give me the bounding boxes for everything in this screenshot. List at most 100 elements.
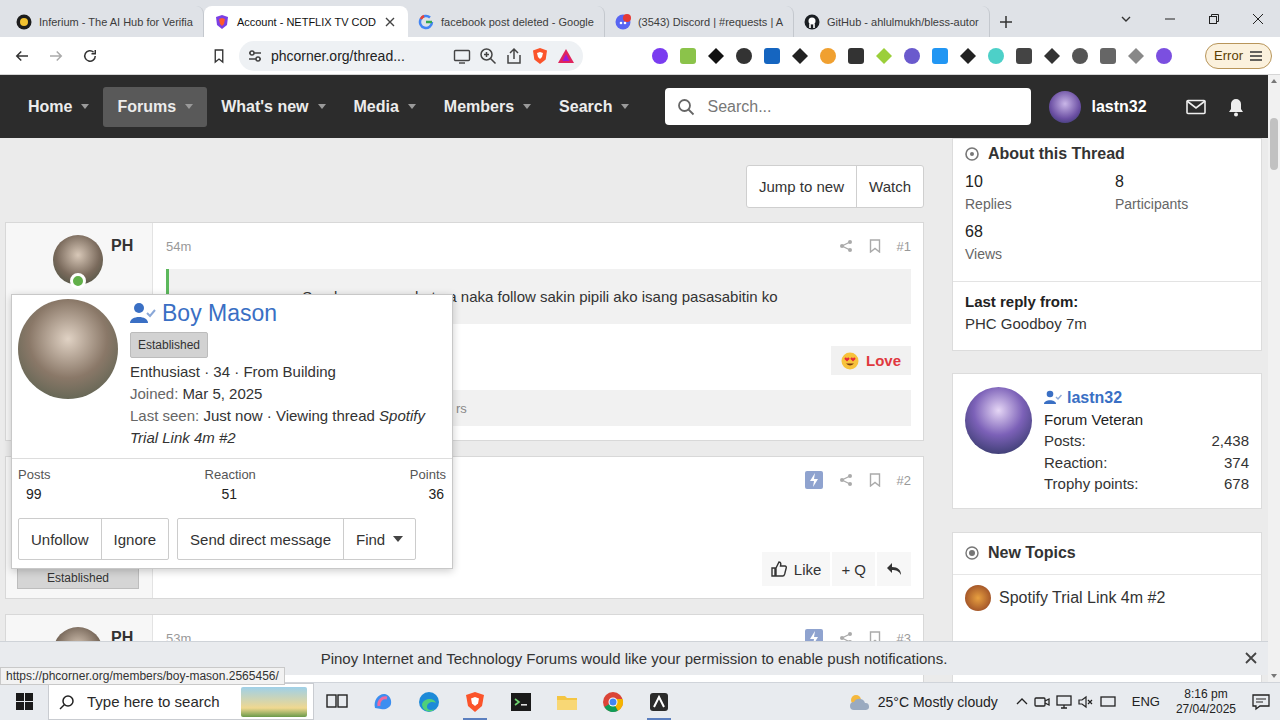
extension-button[interactable] — [845, 45, 867, 67]
bookmark-icon[interactable] — [869, 239, 881, 253]
back-button[interactable] — [8, 42, 36, 70]
close-icon[interactable] — [383, 15, 397, 29]
meet-now-icon[interactable] — [1034, 695, 1050, 709]
forward-button[interactable] — [42, 42, 70, 70]
rewards-icon[interactable] — [557, 48, 575, 64]
minimize-button[interactable] — [1148, 0, 1192, 37]
nav-item[interactable]: Forums — [103, 87, 207, 127]
extension-button[interactable] — [985, 45, 1007, 67]
input-language[interactable]: ENG — [1124, 694, 1168, 709]
topic-item[interactable]: Spotify Trial Link 4m #2 — [953, 575, 1261, 621]
extension-button[interactable] — [705, 45, 727, 67]
nav-item[interactable]: Search — [545, 87, 643, 127]
display-icon[interactable] — [1100, 695, 1116, 709]
scroll-down-icon[interactable] — [1270, 670, 1278, 682]
taskbar-app[interactable] — [590, 683, 636, 720]
extension-button[interactable] — [1097, 45, 1119, 67]
extension-button[interactable] — [1013, 45, 1035, 67]
chevron-up-icon[interactable] — [1016, 697, 1028, 707]
profile-error-button[interactable]: Error — [1205, 43, 1272, 69]
taskbar-app[interactable] — [544, 683, 590, 720]
nav-item[interactable]: Home — [14, 87, 103, 127]
like-button[interactable]: Like — [762, 552, 831, 586]
member-avatar[interactable] — [18, 299, 118, 399]
new-tab-button[interactable] — [990, 6, 1022, 37]
cast-icon[interactable] — [453, 48, 471, 64]
extension-button[interactable] — [1125, 45, 1147, 67]
maximize-button[interactable] — [1192, 0, 1236, 37]
brave-shields-icon[interactable] — [531, 47, 549, 65]
account-menu[interactable]: lastn32 — [1049, 91, 1146, 123]
browser-tab[interactable]: Account - NETFLIX TV COD — [204, 6, 408, 37]
nav-item[interactable]: Media — [340, 87, 430, 127]
direct-message-button[interactable]: Send direct message — [178, 519, 343, 559]
extension-button[interactable] — [901, 45, 923, 67]
member-name[interactable]: Boy Mason — [162, 299, 277, 327]
close-icon[interactable] — [1244, 651, 1258, 665]
nav-item[interactable]: What's new — [207, 87, 339, 127]
extension-button[interactable] — [1041, 45, 1063, 67]
network-icon[interactable] — [1056, 695, 1072, 709]
extension-button[interactable] — [649, 45, 671, 67]
extension-button[interactable] — [733, 45, 755, 67]
scroll-up-icon[interactable] — [1270, 75, 1278, 87]
taskbar-app[interactable] — [406, 683, 452, 720]
extension-button[interactable] — [1153, 45, 1175, 67]
extension-button[interactable] — [1069, 45, 1091, 67]
user-avatar[interactable] — [965, 387, 1032, 454]
inbox-button[interactable] — [1176, 87, 1216, 127]
bookmark-button[interactable] — [205, 42, 233, 70]
extension-button[interactable] — [817, 45, 839, 67]
find-button[interactable]: Find — [343, 519, 415, 559]
alerts-button[interactable] — [1216, 87, 1256, 127]
quote-button[interactable]: + Q — [832, 552, 875, 586]
browser-tab[interactable]: (3543) Discord | #requests | A — [605, 6, 794, 37]
zoom-icon[interactable] — [479, 47, 497, 65]
extension-button[interactable] — [761, 45, 783, 67]
post-time[interactable]: 54m — [166, 239, 191, 254]
close-button[interactable] — [1236, 0, 1280, 37]
post-number[interactable]: #1 — [897, 239, 911, 254]
taskbar-app[interactable] — [636, 683, 682, 720]
share-icon[interactable] — [505, 47, 523, 65]
start-button[interactable] — [0, 683, 48, 720]
jump-to-new-button[interactable]: Jump to new — [747, 166, 856, 207]
profile-name[interactable]: lastn32 — [1067, 387, 1122, 409]
bookmark-icon[interactable] — [869, 473, 881, 487]
post-author[interactable]: PH — [111, 235, 133, 257]
address-bar[interactable]: phcorner.org/thread... — [239, 41, 583, 71]
taskbar-app[interactable] — [452, 683, 498, 720]
scroll-thumb[interactable] — [1270, 118, 1278, 170]
scrollbar[interactable] — [1268, 75, 1280, 682]
extension-button[interactable] — [789, 45, 811, 67]
share-icon[interactable] — [839, 239, 853, 253]
weather-widget[interactable]: 25°C Mostly cloudy — [848, 693, 1016, 711]
notifications-button[interactable] — [1244, 693, 1280, 711]
post-number[interactable]: #2 — [897, 473, 911, 488]
stat-value: 51 — [221, 486, 239, 502]
taskbar-app[interactable] — [360, 683, 406, 720]
search-input[interactable] — [85, 692, 231, 711]
speaker-muted-icon[interactable] — [1078, 695, 1094, 709]
browser-tab[interactable]: GitHub - ahlulmukh/bless-autor — [794, 6, 990, 37]
nav-item[interactable]: Members — [430, 87, 545, 127]
clock[interactable]: 8:16 pm 27/04/2025 — [1168, 687, 1244, 717]
last-reply[interactable]: PHC Goodboy 7m — [965, 312, 1249, 336]
search-input[interactable] — [705, 97, 1019, 117]
extension-button[interactable] — [677, 45, 699, 67]
watch-button[interactable]: Watch — [856, 166, 923, 207]
taskbar-app[interactable] — [314, 683, 360, 720]
reload-button[interactable] — [76, 42, 104, 70]
taskbar-app[interactable] — [498, 683, 544, 720]
browser-tab[interactable]: facebook post deleted - Google — [408, 6, 605, 37]
reply-button[interactable] — [877, 552, 911, 586]
tab-search-button[interactable] — [1104, 0, 1148, 37]
extension-button[interactable] — [929, 45, 951, 67]
ignore-button[interactable]: Ignore — [101, 519, 169, 559]
love-reaction[interactable]: Love — [831, 346, 911, 375]
unfollow-button[interactable]: Unfollow — [19, 519, 101, 559]
extension-button[interactable] — [957, 45, 979, 67]
share-icon[interactable] — [839, 473, 853, 487]
browser-tab[interactable]: Inferium - The AI Hub for Verifia — [6, 6, 204, 37]
extension-button[interactable] — [873, 45, 895, 67]
